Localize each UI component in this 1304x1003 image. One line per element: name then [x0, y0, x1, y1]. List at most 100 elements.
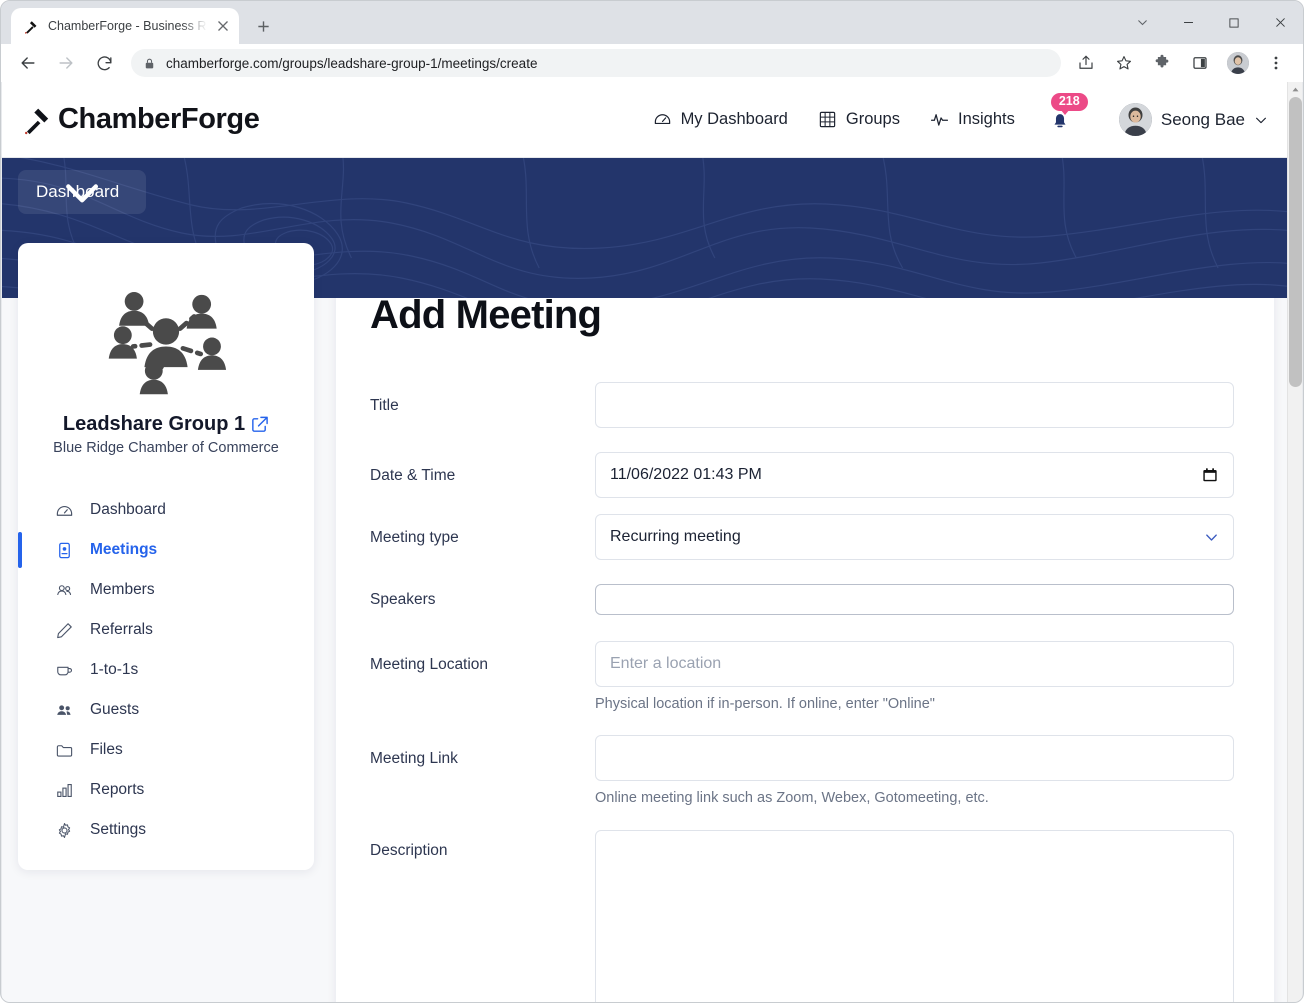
- sidebar-nav: Dashboard Meetings Members: [18, 490, 314, 850]
- location-hint: Physical location if in-person. If onlin…: [595, 696, 1234, 712]
- guests-icon: [54, 700, 74, 720]
- form-label-title: Title: [370, 382, 595, 415]
- datetime-input-value: 11/06/2022 01:43 PM: [610, 466, 762, 484]
- form-row-meeting-type: Meeting type Recurring meeting: [370, 514, 1234, 560]
- sidebar-item-members[interactable]: Members: [18, 570, 314, 610]
- sidebar-item-label: Settings: [90, 821, 146, 839]
- people-icon: [54, 580, 74, 600]
- sidebar-item-referrals[interactable]: Referrals: [18, 610, 314, 650]
- browser-tab[interactable]: ChamberForge - Business Referra: [11, 8, 239, 44]
- sidebar-item-files[interactable]: Files: [18, 730, 314, 770]
- forward-button: [50, 47, 82, 79]
- description-textarea[interactable]: [595, 830, 1234, 1003]
- maximize-button[interactable]: [1211, 1, 1257, 44]
- avatar: [1119, 103, 1152, 136]
- form-row-description: Description: [370, 830, 1234, 1003]
- notifications-button[interactable]: 218: [1045, 109, 1071, 131]
- back-button[interactable]: [12, 47, 44, 79]
- nav-label: Groups: [846, 110, 900, 129]
- brand-logo[interactable]: ChamberForge: [22, 103, 259, 137]
- side-panel-icon[interactable]: [1184, 47, 1216, 79]
- sidebar-item-label: Meetings: [90, 541, 157, 559]
- brand-name: ChamberForge: [58, 103, 259, 136]
- chevron-down-icon[interactable]: [1204, 530, 1219, 545]
- sidebar-item-label: Guests: [90, 701, 139, 719]
- minimize-button[interactable]: [1165, 1, 1211, 44]
- activity-icon: [930, 110, 949, 129]
- sidebar-item-guests[interactable]: Guests: [18, 690, 314, 730]
- user-menu[interactable]: Seong Bae: [1119, 103, 1268, 136]
- datetime-input[interactable]: 11/06/2022 01:43 PM: [595, 452, 1234, 498]
- meeting-link-hint: Online meeting link such as Zoom, Webex,…: [595, 790, 1234, 806]
- speedometer-icon: [54, 500, 74, 520]
- reload-button[interactable]: [88, 47, 120, 79]
- tab-close-icon[interactable]: [215, 18, 231, 34]
- close-window-button[interactable]: [1257, 1, 1303, 44]
- meeting-type-value: Recurring meeting: [610, 528, 741, 546]
- notification-badge: 218: [1051, 93, 1088, 111]
- form-row-location: Meeting Location Enter a location Physic…: [370, 641, 1234, 712]
- sidebar-item-reports[interactable]: Reports: [18, 770, 314, 810]
- form-label-link: Meeting Link: [370, 735, 595, 768]
- group-organization: Blue Ridge Chamber of Commerce: [18, 440, 314, 456]
- group-name: Leadshare Group 1: [63, 413, 245, 436]
- nav-item-insights[interactable]: Insights: [930, 110, 1015, 129]
- new-tab-button[interactable]: [249, 12, 277, 40]
- dashboard-dropdown-button[interactable]: Dashboard: [18, 170, 146, 214]
- location-input[interactable]: Enter a location: [595, 641, 1234, 687]
- page-viewport: ChamberForge My Dashboard: [2, 82, 1290, 1003]
- meeting-link-input[interactable]: [595, 735, 1234, 781]
- chevron-down-icon[interactable]: [1254, 113, 1268, 127]
- sidebar-item-settings[interactable]: Settings: [18, 810, 314, 850]
- favicon-gavel-icon: [23, 18, 40, 35]
- bookmark-star-icon[interactable]: [1108, 47, 1140, 79]
- bar-chart-icon: [54, 780, 74, 800]
- form-label-description: Description: [370, 830, 595, 860]
- dashboard-icon: [653, 110, 672, 129]
- share-icon[interactable]: [1070, 47, 1102, 79]
- nav-item-my-dashboard[interactable]: My Dashboard: [653, 110, 788, 129]
- top-navigation: My Dashboard Groups Insights: [653, 103, 1268, 136]
- sidebar-item-dashboard[interactable]: Dashboard: [18, 490, 314, 530]
- sidebar-item-1-to-1s[interactable]: 1-to-1s: [18, 650, 314, 690]
- form-row-datetime: Date & Time 11/06/2022 01:43 PM: [370, 452, 1234, 498]
- avatar-image: [1227, 52, 1249, 74]
- sidebar-item-label: Dashboard: [90, 501, 166, 519]
- page-title: Add Meeting: [370, 293, 1234, 338]
- gavel-icon: [22, 103, 56, 137]
- form-row-link: Meeting Link Online meeting link such as…: [370, 735, 1234, 806]
- form-label-meeting-type: Meeting type: [370, 514, 595, 547]
- scroll-up-arrow[interactable]: [1288, 82, 1302, 97]
- location-input-placeholder: Enter a location: [610, 655, 721, 673]
- nav-label: Insights: [958, 110, 1015, 129]
- extensions-puzzle-icon[interactable]: [1146, 47, 1178, 79]
- group-network-icon: [18, 277, 314, 399]
- browser-menu-icon[interactable]: [1260, 47, 1292, 79]
- form-label-datetime: Date & Time: [370, 452, 595, 485]
- folder-icon: [54, 740, 74, 760]
- lock-icon: [143, 57, 156, 70]
- page-scrollbar[interactable]: [1287, 82, 1302, 1003]
- scrollbar-thumb[interactable]: [1289, 97, 1302, 387]
- nav-item-groups[interactable]: Groups: [818, 110, 900, 129]
- browser-window: ChamberForge - Business Referra: [0, 0, 1304, 1003]
- tab-search-chevron-icon[interactable]: [1119, 1, 1165, 44]
- group-title: Leadshare Group 1: [18, 413, 314, 436]
- sidebar-item-meetings[interactable]: Meetings: [18, 530, 314, 570]
- external-link-icon[interactable]: [250, 415, 269, 434]
- grid-icon: [818, 110, 837, 129]
- sidebar-item-label: Referrals: [90, 621, 153, 639]
- profile-avatar[interactable]: [1222, 47, 1254, 79]
- browser-tab-strip: ChamberForge - Business Referra: [1, 1, 1303, 44]
- title-input[interactable]: [595, 382, 1234, 428]
- address-bar[interactable]: chamberforge.com/groups/leadshare-group-…: [131, 49, 1061, 77]
- calendar-icon[interactable]: [1201, 466, 1219, 484]
- meeting-type-select[interactable]: Recurring meeting: [595, 514, 1234, 560]
- add-meeting-form: Title Date & Time 11/06/2022 01:43 PM: [370, 382, 1234, 1003]
- sidebar-item-label: Reports: [90, 781, 144, 799]
- sidebar-item-label: 1-to-1s: [90, 661, 138, 679]
- gear-icon: [54, 820, 74, 840]
- speakers-input[interactable]: [595, 584, 1234, 615]
- address-bar-url: chamberforge.com/groups/leadshare-group-…: [166, 56, 537, 71]
- browser-tab-title: ChamberForge - Business Referra: [48, 19, 207, 33]
